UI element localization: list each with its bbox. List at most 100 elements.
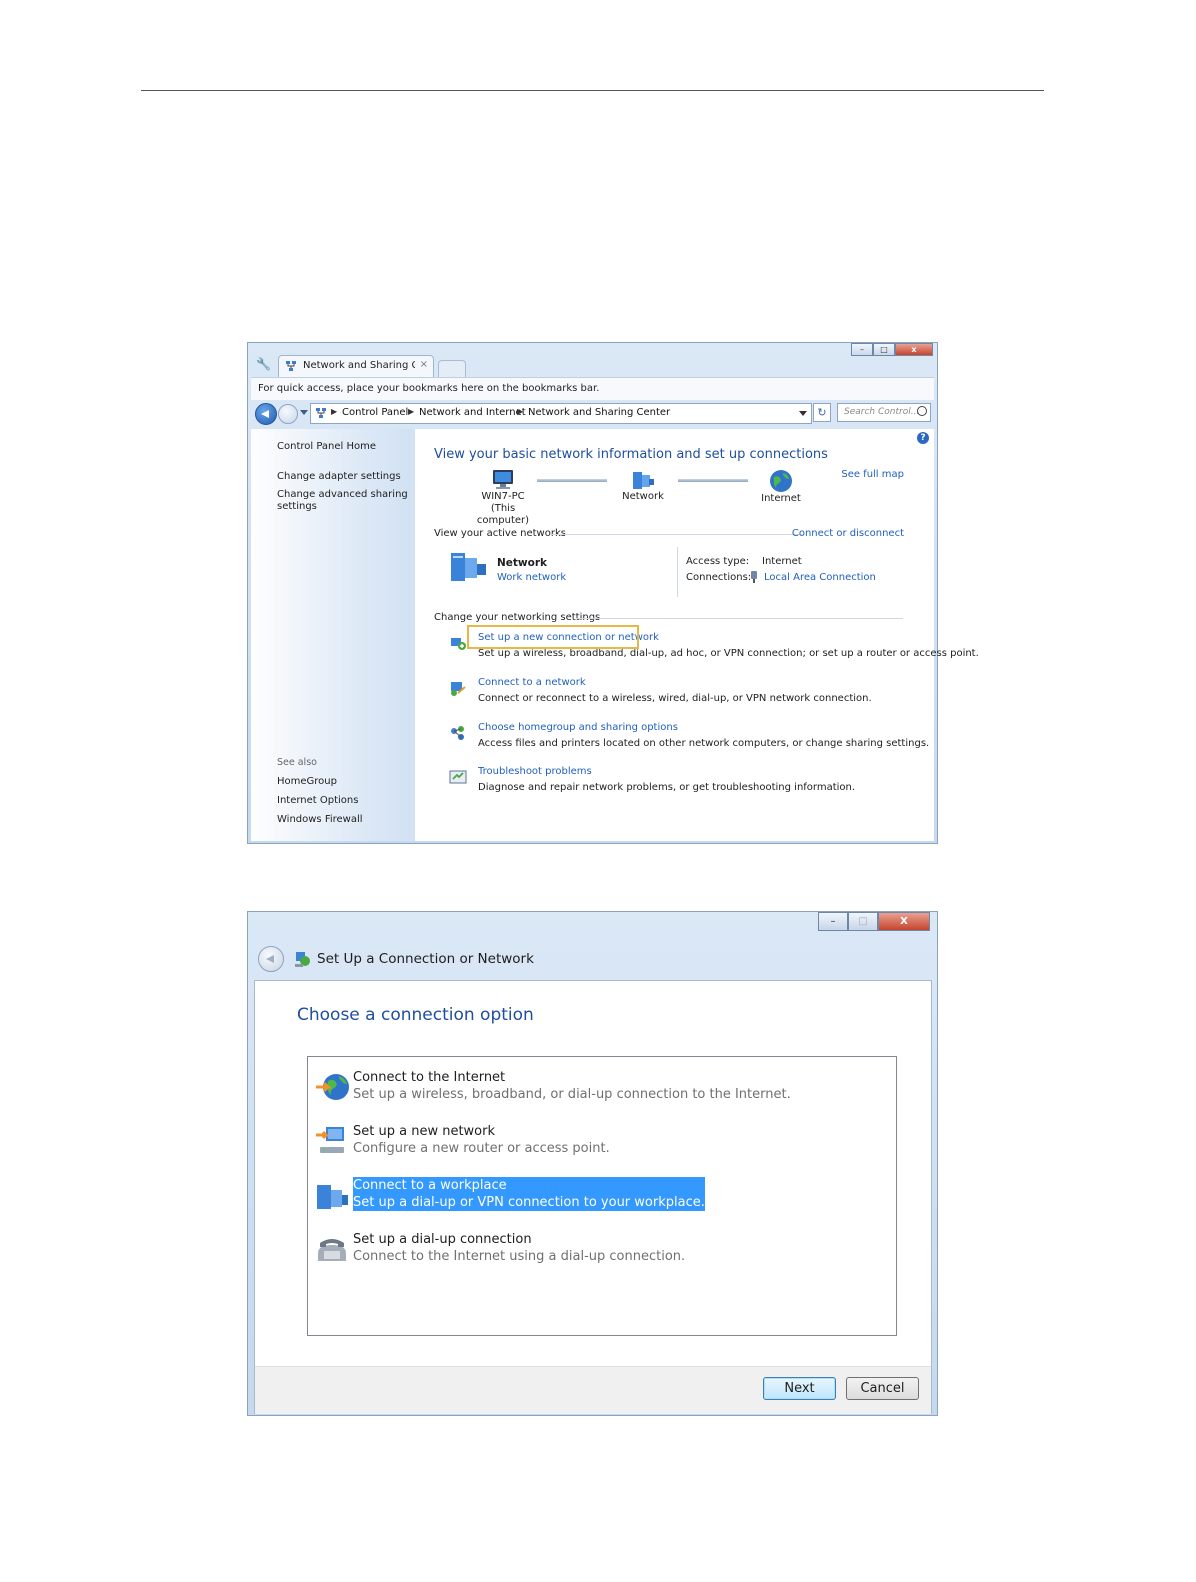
back-button[interactable]	[255, 403, 277, 425]
wizard-body: Choose a connection option Connect to th…	[254, 980, 932, 1414]
network-building-icon	[633, 472, 654, 489]
window-caption-buttons: – □ X	[818, 912, 930, 932]
workplace-building-icon	[317, 1185, 348, 1209]
local-area-connection-link[interactable]: Local Area Connection	[764, 572, 876, 583]
cancel-button[interactable]: Cancel	[846, 1377, 919, 1400]
option-new-network[interactable]: Set up a new network Configure a new rou…	[312, 1123, 892, 1163]
computer-icon	[493, 470, 513, 489]
sidebar-homegroup[interactable]: HomeGroup	[277, 776, 337, 788]
connector-line	[678, 479, 748, 482]
main-content: ? View your basic network information an…	[415, 429, 979, 841]
node-label: Network	[622, 491, 664, 502]
ethernet-icon	[751, 571, 757, 583]
bookmarks-bar: For quick access, place your bookmarks h…	[251, 377, 934, 400]
browser-tab[interactable]: Network and Sharing Cent ×	[278, 355, 434, 377]
sidebar-windows-firewall[interactable]: Windows Firewall	[277, 814, 363, 826]
maximize-button[interactable]: □	[873, 343, 895, 356]
router-icon	[316, 1127, 344, 1153]
globe-icon	[770, 470, 792, 492]
search-input[interactable]: Search Control...	[837, 403, 931, 422]
breadcrumb-separator-icon: ▶	[517, 407, 524, 416]
sidebar-change-advanced-sharing-cont[interactable]: settings	[277, 501, 317, 513]
window-title: Set Up a Connection or Network	[317, 951, 534, 967]
option-description: Set up a wireless, broadband, or dial-up…	[353, 1087, 791, 1102]
connection-option-list: Connect to the Internet Set up a wireles…	[307, 1056, 897, 1336]
access-type-value: Internet	[762, 556, 802, 567]
node-label: Internet	[761, 493, 801, 504]
sidebar-internet-options[interactable]: Internet Options	[277, 795, 358, 807]
network-icon	[286, 361, 296, 371]
maximize-button[interactable]: □	[848, 912, 878, 931]
next-button[interactable]: Next	[763, 1377, 836, 1400]
divider	[576, 618, 903, 619]
help-icon[interactable]: ?	[917, 432, 929, 444]
connect-or-disconnect-link[interactable]: Connect or disconnect	[792, 528, 904, 539]
new-tab-button[interactable]	[438, 360, 466, 377]
minimize-button[interactable]: –	[851, 343, 873, 356]
connect-to-network-link[interactable]: Connect to a network	[478, 677, 586, 688]
option-connect-internet[interactable]: Connect to the Internet Set up a wireles…	[312, 1069, 892, 1109]
network-name: Network	[497, 557, 548, 569]
network-type-link[interactable]: Work network	[497, 572, 566, 583]
forward-button[interactable]	[278, 404, 298, 424]
breadcrumb-control-panel[interactable]: Control Panel	[342, 407, 408, 418]
page-title: Choose a connection option	[297, 1005, 534, 1025]
option-title: Connect to a workplace	[353, 1178, 507, 1193]
see-full-map-link[interactable]: See full map	[841, 469, 904, 480]
task-description: Connect or reconnect to a wireless, wire…	[478, 693, 872, 704]
browser-window: 🔧 Network and Sharing Cent × – □ x For q…	[247, 342, 979, 844]
sidebar-control-panel-home[interactable]: Control Panel Home	[277, 441, 376, 453]
minimize-button[interactable]: –	[818, 912, 848, 931]
wizard-window: – □ X Set Up a Connection or Network Cho…	[247, 911, 938, 1416]
breadcrumb-network-internet[interactable]: Network and Internet	[419, 407, 526, 418]
task-description: Diagnose and repair network problems, or…	[478, 782, 856, 793]
homegroup-sharing-link[interactable]: Choose homegroup and sharing options	[478, 722, 678, 733]
search-icon[interactable]	[917, 406, 927, 416]
connector-line	[537, 479, 607, 482]
homegroup-icon	[451, 726, 464, 740]
address-toolbar: ▶ Control Panel ▶ Network and Internet ▶…	[251, 401, 934, 427]
option-description: Set up a dial-up or VPN connection to yo…	[353, 1195, 705, 1210]
phone-icon	[318, 1239, 346, 1261]
breadcrumb-separator-icon: ▶	[331, 407, 338, 416]
network-setup-icon	[295, 952, 310, 967]
see-also-heading: See also	[277, 757, 317, 768]
page-title: View your basic network information and …	[434, 447, 828, 462]
node-internet[interactable]: Internet	[749, 469, 813, 505]
history-dropdown-icon[interactable]	[300, 410, 308, 415]
network-icon	[316, 408, 326, 418]
sidebar-change-adapter-settings[interactable]: Change adapter settings	[277, 471, 401, 483]
access-type-label: Access type:	[686, 556, 750, 567]
breadcrumb-network-sharing-center[interactable]: Network and Sharing Center	[528, 407, 670, 418]
breadcrumb-separator-icon: ▶	[408, 407, 415, 416]
refresh-icon[interactable]: ↻	[813, 403, 831, 422]
divider	[551, 534, 803, 535]
tab-close-icon[interactable]: ×	[420, 359, 428, 370]
connections-label: Connections:	[686, 572, 752, 583]
close-button[interactable]: X	[878, 912, 930, 931]
node-network[interactable]: Network	[609, 469, 677, 503]
wrench-icon[interactable]: 🔧	[256, 357, 271, 371]
option-title: Connect to the Internet	[353, 1070, 506, 1085]
option-dial-up[interactable]: Set up a dial-up connection Connect to t…	[312, 1231, 892, 1271]
sidebar-change-advanced-sharing[interactable]: Change advanced sharing	[277, 489, 408, 501]
task-description: Set up a wireless, broadband, dial-up, a…	[478, 648, 979, 659]
node-label: WIN7-PC	[481, 491, 525, 502]
chevron-down-icon[interactable]	[799, 411, 807, 416]
node-this-computer: WIN7-PC (This computer)	[465, 469, 541, 527]
sidebar: Control Panel Home Change adapter settin…	[251, 429, 415, 841]
troubleshoot-link[interactable]: Troubleshoot problems	[478, 766, 592, 777]
back-button[interactable]	[258, 946, 284, 972]
task-description: Access files and printers located on oth…	[478, 738, 930, 749]
close-button[interactable]: x	[895, 343, 933, 356]
page-header-rule	[141, 90, 1044, 91]
bookmarks-hint: For quick access, place your bookmarks h…	[258, 383, 600, 394]
address-bar[interactable]: ▶ Control Panel ▶ Network and Internet ▶…	[310, 403, 812, 424]
option-description: Configure a new router or access point.	[353, 1141, 610, 1156]
connect-network-icon	[451, 682, 466, 696]
option-connect-workplace[interactable]: Connect to a workplace Set up a dial-up …	[312, 1177, 892, 1217]
globe-icon	[316, 1074, 349, 1100]
option-title: Set up a dial-up connection	[353, 1232, 532, 1247]
tab-title: Network and Sharing Cent	[303, 360, 415, 371]
new-connection-icon	[451, 638, 466, 650]
